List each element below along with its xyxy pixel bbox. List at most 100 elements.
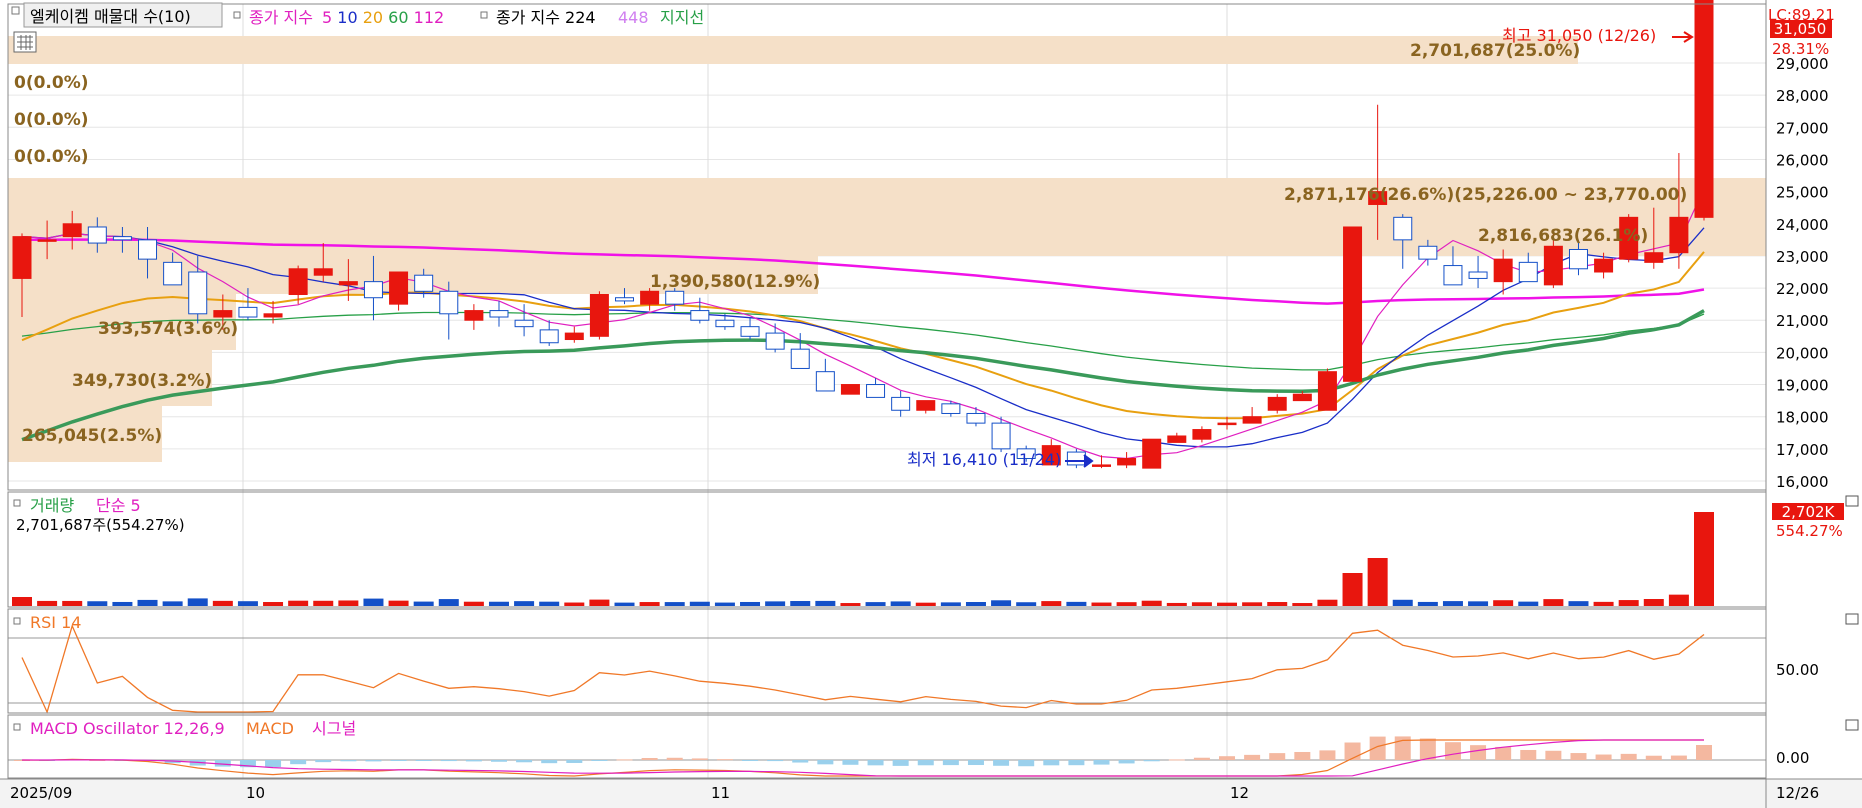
candle-body [1518, 261, 1538, 283]
volume-bar [564, 602, 585, 606]
y-tick-label: 26,000 [1776, 151, 1829, 169]
volume-bar [1217, 602, 1238, 606]
macd-osc-bar [315, 760, 332, 763]
volume-bar [1493, 600, 1514, 606]
macd-osc-bar [566, 760, 583, 763]
rsi-close-icon[interactable] [1845, 613, 1859, 625]
volume-bar [237, 601, 258, 606]
candle-body [815, 371, 835, 392]
profile-label: 0(0.0%) [14, 147, 89, 167]
candle-body [665, 290, 685, 305]
candle-body [966, 412, 986, 424]
candle-body [112, 236, 132, 241]
volume-bar [1694, 512, 1714, 606]
volume-bar [639, 602, 660, 606]
volume-bar [689, 601, 710, 606]
volume-bar [112, 601, 133, 606]
macd-osc-bar [365, 760, 382, 762]
candle-body [640, 290, 660, 305]
candle-body [338, 281, 358, 286]
volume-bar [1593, 601, 1614, 606]
volume-bar [940, 602, 961, 606]
volume-bar [87, 601, 108, 606]
candle-body [539, 329, 559, 344]
volume-value-label: 2,701,687주(554.27%) [16, 516, 185, 534]
volume-bar [313, 600, 334, 606]
y-tick-label: 23,000 [1776, 248, 1829, 266]
ma-period-20: 20 [358, 8, 383, 27]
candle-body [1594, 258, 1614, 273]
candle-body [263, 313, 283, 318]
macd-osc-bar [1294, 751, 1311, 760]
candle-body [238, 306, 258, 318]
ma-periods: 5 10 20 60 112 [322, 8, 444, 27]
volume-bar [740, 601, 761, 606]
candle-body [1267, 396, 1287, 411]
candle-body [615, 297, 635, 302]
candle-body [12, 236, 32, 279]
x-end-label: 12/26 [1776, 784, 1819, 802]
macd-osc-bar [465, 760, 482, 762]
candle-body [1418, 245, 1438, 260]
candle-body [464, 310, 484, 321]
macd-osc-bar [1545, 750, 1562, 760]
volume-close-icon[interactable] [1845, 495, 1859, 507]
high-annotation: 최고 31,050 (12/26) [1502, 26, 1656, 45]
macd-osc-bar [516, 760, 533, 763]
candle-body [1393, 216, 1413, 241]
volume-bar [589, 599, 610, 606]
volume-bar [765, 601, 786, 606]
x-axis-bar [0, 779, 1862, 808]
macd-osc-bar [892, 760, 909, 766]
macd-osc-bar [440, 760, 457, 762]
macd-osc-bar [1143, 760, 1160, 762]
volume-bar [1242, 602, 1263, 606]
volume-bar [1442, 601, 1463, 606]
volume-bar [1668, 594, 1689, 606]
ma2-extra: 448 [618, 8, 649, 27]
candle-body [489, 310, 509, 318]
support-label: 지지선 [660, 8, 704, 27]
volume-bar [539, 601, 560, 606]
volume-bar [438, 599, 459, 606]
candle-body [1091, 464, 1111, 467]
volume-bar [1141, 600, 1162, 606]
candle-body [1292, 393, 1312, 402]
volume-bar [790, 601, 811, 606]
profile-label: 349,730(3.2%) [72, 371, 212, 391]
macd-title-osc: MACD Oscillator 12,26,9 [30, 719, 225, 738]
candle-body [991, 422, 1011, 450]
candle-body [1493, 258, 1513, 283]
stock-name: 엘케이켐 매물대 수(10) [30, 7, 191, 26]
volume-bar [1116, 602, 1137, 606]
volume-bar [1367, 558, 1388, 606]
volume-bar [363, 598, 384, 606]
volume-bar [1518, 601, 1539, 606]
candle-body [1192, 429, 1212, 440]
macd-osc-bar [917, 760, 934, 766]
macd-title-signal: 시그널 [312, 719, 356, 738]
volume-bar [37, 600, 58, 606]
candle-body [1568, 248, 1588, 270]
volume-bar [815, 600, 836, 606]
candle-body [1117, 457, 1137, 466]
macd-title-macd: MACD [246, 719, 294, 738]
ma-period-10: 10 [332, 8, 357, 27]
volume-bar [1191, 602, 1212, 606]
macd-close-icon[interactable] [1845, 719, 1859, 731]
macd-osc-bar [1219, 756, 1236, 760]
macd-osc-bar [1645, 755, 1662, 760]
macd-osc-bar [490, 760, 507, 762]
volume-bar [162, 601, 183, 606]
candle-body [1468, 271, 1488, 279]
candle-body [866, 384, 886, 398]
macd-osc-bar [1319, 750, 1336, 760]
candle-body [1167, 435, 1187, 443]
macd-osc-bar [1244, 754, 1261, 760]
y-tick-label: 28,000 [1776, 87, 1829, 105]
candle-body [62, 223, 82, 238]
candle-body [87, 226, 107, 244]
candle-body [1066, 451, 1086, 466]
candle-body [1242, 416, 1262, 424]
volume-bar [137, 599, 158, 606]
